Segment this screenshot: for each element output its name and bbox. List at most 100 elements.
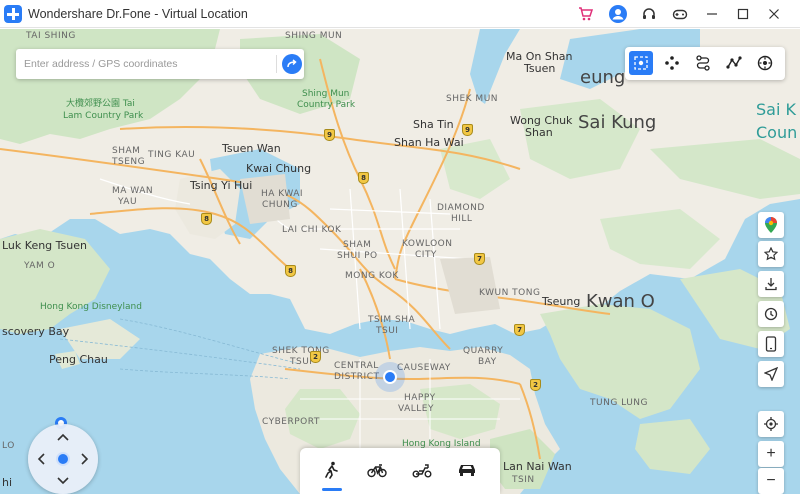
minimize-icon[interactable] — [702, 4, 722, 24]
current-location-marker[interactable] — [383, 370, 397, 384]
locate-center-icon[interactable] — [758, 411, 784, 437]
history-clock-icon[interactable] — [758, 301, 784, 327]
map-label: hi — [2, 476, 13, 489]
chevron-left-icon[interactable] — [34, 452, 48, 466]
map-label: SHEK MUN — [446, 94, 499, 104]
map-label: LAI CHI KOK — [282, 225, 342, 235]
map-label: QUARRY — [463, 346, 504, 356]
map-label: TSUI — [376, 326, 399, 336]
map-label: SHAM — [112, 146, 141, 156]
map-label: Sai K — [756, 100, 796, 119]
map-label: CAUSEWAY — [397, 363, 451, 373]
map-label: CENTRAL — [334, 361, 379, 371]
gamepad-icon[interactable] — [670, 4, 690, 24]
phone-icon[interactable] — [758, 331, 784, 357]
map-label: 大欖郊野公園 Tai — [66, 99, 135, 109]
chevron-right-icon[interactable] — [78, 452, 92, 466]
title-bar: Wondershare Dr.Fone - Virtual Location — [0, 0, 800, 28]
map-view[interactable]: TAI SHING SHING MUN Ma On Shan Tsuen eun… — [0, 29, 800, 494]
maximize-icon[interactable] — [733, 4, 753, 24]
map-label: SHAM — [343, 240, 372, 250]
map-label: VALLEY — [398, 404, 434, 414]
route-shield: 8 — [285, 265, 296, 277]
two-spot-icon[interactable] — [660, 51, 684, 75]
route-shield: 9 — [462, 124, 473, 136]
map-label: Kwan O — [586, 291, 655, 312]
map-label: DIAMOND — [437, 203, 485, 213]
map-label: eung — [580, 67, 626, 88]
address-search-input[interactable] — [16, 49, 266, 79]
map-label: YAM O — [24, 261, 56, 271]
map-label: Tsing Yi Hui — [190, 179, 253, 192]
map-label: TSIN — [512, 475, 535, 485]
map-label: Luk Keng Tsuen — [2, 239, 87, 252]
map-label: Tsuen — [524, 62, 556, 75]
map-label: KWUN TONG — [479, 288, 541, 298]
drfone-plus-icon — [4, 5, 22, 23]
zoom-out-icon[interactable]: − — [758, 468, 784, 494]
cart-icon[interactable] — [576, 4, 596, 24]
map-label: TING KAU — [148, 150, 196, 160]
map-label: Hong Kong Disneyland — [40, 302, 142, 312]
map-label: BAY — [478, 357, 497, 367]
map-label: TSIM SHA — [368, 315, 416, 325]
map-label: Kwai Chung — [246, 162, 312, 175]
address-search-box — [16, 49, 304, 79]
navigate-icon[interactable] — [758, 361, 784, 387]
map-label: Country Park — [297, 100, 356, 110]
map-label: CYBERPORT — [262, 417, 320, 427]
map-label: LO — [2, 441, 15, 451]
jump-route-icon[interactable] — [722, 51, 746, 75]
map-label: scovery Bay — [2, 325, 70, 338]
google-maps-icon[interactable] — [758, 212, 784, 238]
map-label: TAI SHING — [26, 31, 76, 41]
map-label: Tseung — [542, 295, 581, 308]
active-travel-indicator — [322, 488, 342, 491]
map-label: Lan Nai Wan — [503, 460, 572, 473]
route-icon[interactable] — [691, 51, 715, 75]
travel-mode-panel — [300, 448, 500, 494]
walking-icon[interactable] — [320, 458, 344, 482]
route-shield: 8 — [358, 172, 369, 184]
map-label: YAU — [118, 197, 138, 207]
play-move-icon[interactable] — [56, 452, 70, 466]
mode-toolbar — [625, 47, 785, 80]
map-label: Sai Kung — [578, 112, 657, 133]
chevron-up-icon[interactable] — [56, 430, 70, 444]
joystick-icon[interactable] — [753, 51, 777, 75]
favorite-star-icon[interactable] — [758, 241, 784, 267]
map-label: MA WAN — [112, 186, 154, 196]
map-label: DISTRICT — [334, 372, 380, 382]
close-icon[interactable] — [764, 4, 784, 24]
map-label: MONG KOK — [345, 271, 399, 281]
map-label: TSENG — [112, 157, 146, 167]
teleport-icon[interactable] — [629, 51, 653, 75]
route-shield: 7 — [474, 253, 485, 265]
map-label: HAPPY — [404, 393, 436, 403]
car-icon[interactable] — [455, 458, 479, 482]
headset-icon[interactable] — [639, 4, 659, 24]
zoom-in-icon[interactable]: + — [758, 441, 784, 467]
map-label: TUNG LUNG — [590, 398, 649, 408]
map-label: Shan — [525, 126, 553, 139]
map-label: Sha Tin — [413, 118, 454, 131]
user-icon[interactable] — [608, 4, 628, 24]
map-label: CITY — [415, 250, 437, 260]
chevron-down-icon[interactable] — [56, 474, 70, 488]
search-divider — [276, 55, 277, 73]
scooter-icon[interactable] — [410, 458, 434, 482]
map-label: HA KWAI — [261, 189, 304, 199]
joystick-control[interactable] — [28, 424, 98, 494]
route-shield: 7 — [514, 324, 525, 336]
arrow-right-icon[interactable] — [282, 54, 302, 74]
window-title: Wondershare Dr.Fone - Virtual Location — [28, 7, 248, 21]
import-icon[interactable] — [758, 271, 784, 297]
map-label: Shan Ha Wai — [394, 136, 464, 149]
route-shield: 2 — [310, 351, 321, 363]
map-label: Tsuen Wan — [222, 142, 281, 155]
map-label: CHUNG — [262, 200, 298, 210]
map-label: Lam Country Park — [63, 111, 144, 121]
map-label: Shing Mun — [302, 89, 350, 99]
cycling-icon[interactable] — [365, 458, 389, 482]
map-label: Coun — [756, 123, 798, 142]
